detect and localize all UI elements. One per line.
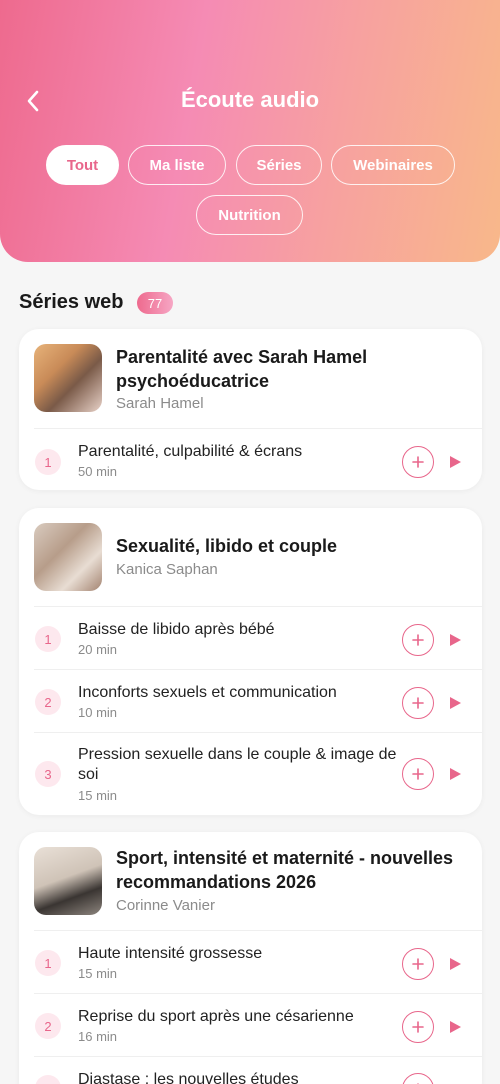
episode-duration: 16 min <box>78 1029 118 1044</box>
filter-tout[interactable]: Tout <box>46 145 119 185</box>
divider <box>34 732 482 733</box>
episode-title[interactable]: Inconforts sexuels et communication <box>78 683 398 703</box>
series-author: Kanica Saphan <box>116 561 218 578</box>
play-icon[interactable] <box>447 766 463 782</box>
filter-series[interactable]: Séries <box>236 145 322 185</box>
series-author: Sarah Hamel <box>116 395 204 412</box>
series-author: Corinne Vanier <box>116 897 215 914</box>
episode-title[interactable]: Haute intensité grossesse <box>78 944 398 964</box>
add-to-list-button[interactable] <box>402 624 434 656</box>
plus-icon <box>412 697 424 709</box>
plus-icon <box>412 634 424 646</box>
episode-duration: 20 min <box>78 642 118 657</box>
plus-icon <box>412 1021 424 1033</box>
play-icon[interactable] <box>447 695 463 711</box>
series-card[interactable]: Parentalité avec Sarah Hamel psychoéduca… <box>19 329 482 490</box>
add-to-list-button[interactable] <box>402 446 434 478</box>
episode-duration: 10 min <box>78 705 118 720</box>
divider <box>34 1056 482 1057</box>
episode-number: 1 <box>35 950 61 976</box>
series-title: Sexualité, libido et couple <box>116 536 338 556</box>
episode-duration: 15 min <box>78 788 118 803</box>
episode-number: 3 <box>35 1075 61 1084</box>
divider <box>34 930 482 931</box>
plus-icon <box>412 456 424 468</box>
plus-icon <box>412 768 424 780</box>
divider <box>34 669 482 670</box>
filter-nutrition[interactable]: Nutrition <box>196 195 303 235</box>
episode-number: 1 <box>35 449 61 475</box>
filter-ma-liste[interactable]: Ma liste <box>128 145 226 185</box>
add-to-list-button[interactable] <box>402 1073 434 1084</box>
series-title: Sport, intensité et maternité - nouvelle… <box>116 848 454 892</box>
add-to-list-button[interactable] <box>402 948 434 980</box>
header: Écoute audio Tout Ma liste Séries Webina… <box>0 0 500 262</box>
episode-title[interactable]: Reprise du sport après une césarienne <box>78 1007 398 1027</box>
divider <box>34 428 482 429</box>
episode-number: 3 <box>35 761 61 787</box>
series-count-badge: 77 <box>137 292 173 314</box>
series-thumbnail <box>34 847 102 915</box>
episode-title[interactable]: Diastase : les nouvelles études <box>78 1070 398 1084</box>
plus-icon <box>412 958 424 970</box>
episode-number: 1 <box>35 626 61 652</box>
add-to-list-button[interactable] <box>402 1011 434 1043</box>
episode-duration: 50 min <box>78 464 118 479</box>
episode-number: 2 <box>35 1013 61 1039</box>
play-icon[interactable] <box>447 632 463 648</box>
episode-number: 2 <box>35 689 61 715</box>
divider <box>34 606 482 607</box>
play-icon[interactable] <box>447 454 463 470</box>
series-thumbnail <box>34 523 102 591</box>
series-title: Parentalité avec Sarah Hamel psychoéduca… <box>116 347 368 391</box>
episode-duration: 15 min <box>78 966 118 981</box>
divider <box>34 993 482 994</box>
add-to-list-button[interactable] <box>402 758 434 790</box>
series-thumbnail <box>34 344 102 412</box>
add-to-list-button[interactable] <box>402 687 434 719</box>
page-title: Écoute audio <box>180 87 320 112</box>
series-card[interactable]: Sexualité, libido et couple Kanica Sapha… <box>19 508 482 815</box>
episode-title[interactable]: Baisse de libido après bébé <box>78 620 398 640</box>
episode-title[interactable]: Pression sexuelle dans le couple & image… <box>78 745 398 785</box>
play-icon[interactable] <box>447 1019 463 1035</box>
series-card[interactable]: Sport, intensité et maternité - nouvelle… <box>19 832 482 1084</box>
episode-title[interactable]: Parentalité, culpabilité & écrans <box>78 442 398 462</box>
play-icon[interactable] <box>447 956 463 972</box>
section-title: Séries web <box>19 291 124 313</box>
filter-webinaires[interactable]: Webinaires <box>331 145 455 185</box>
